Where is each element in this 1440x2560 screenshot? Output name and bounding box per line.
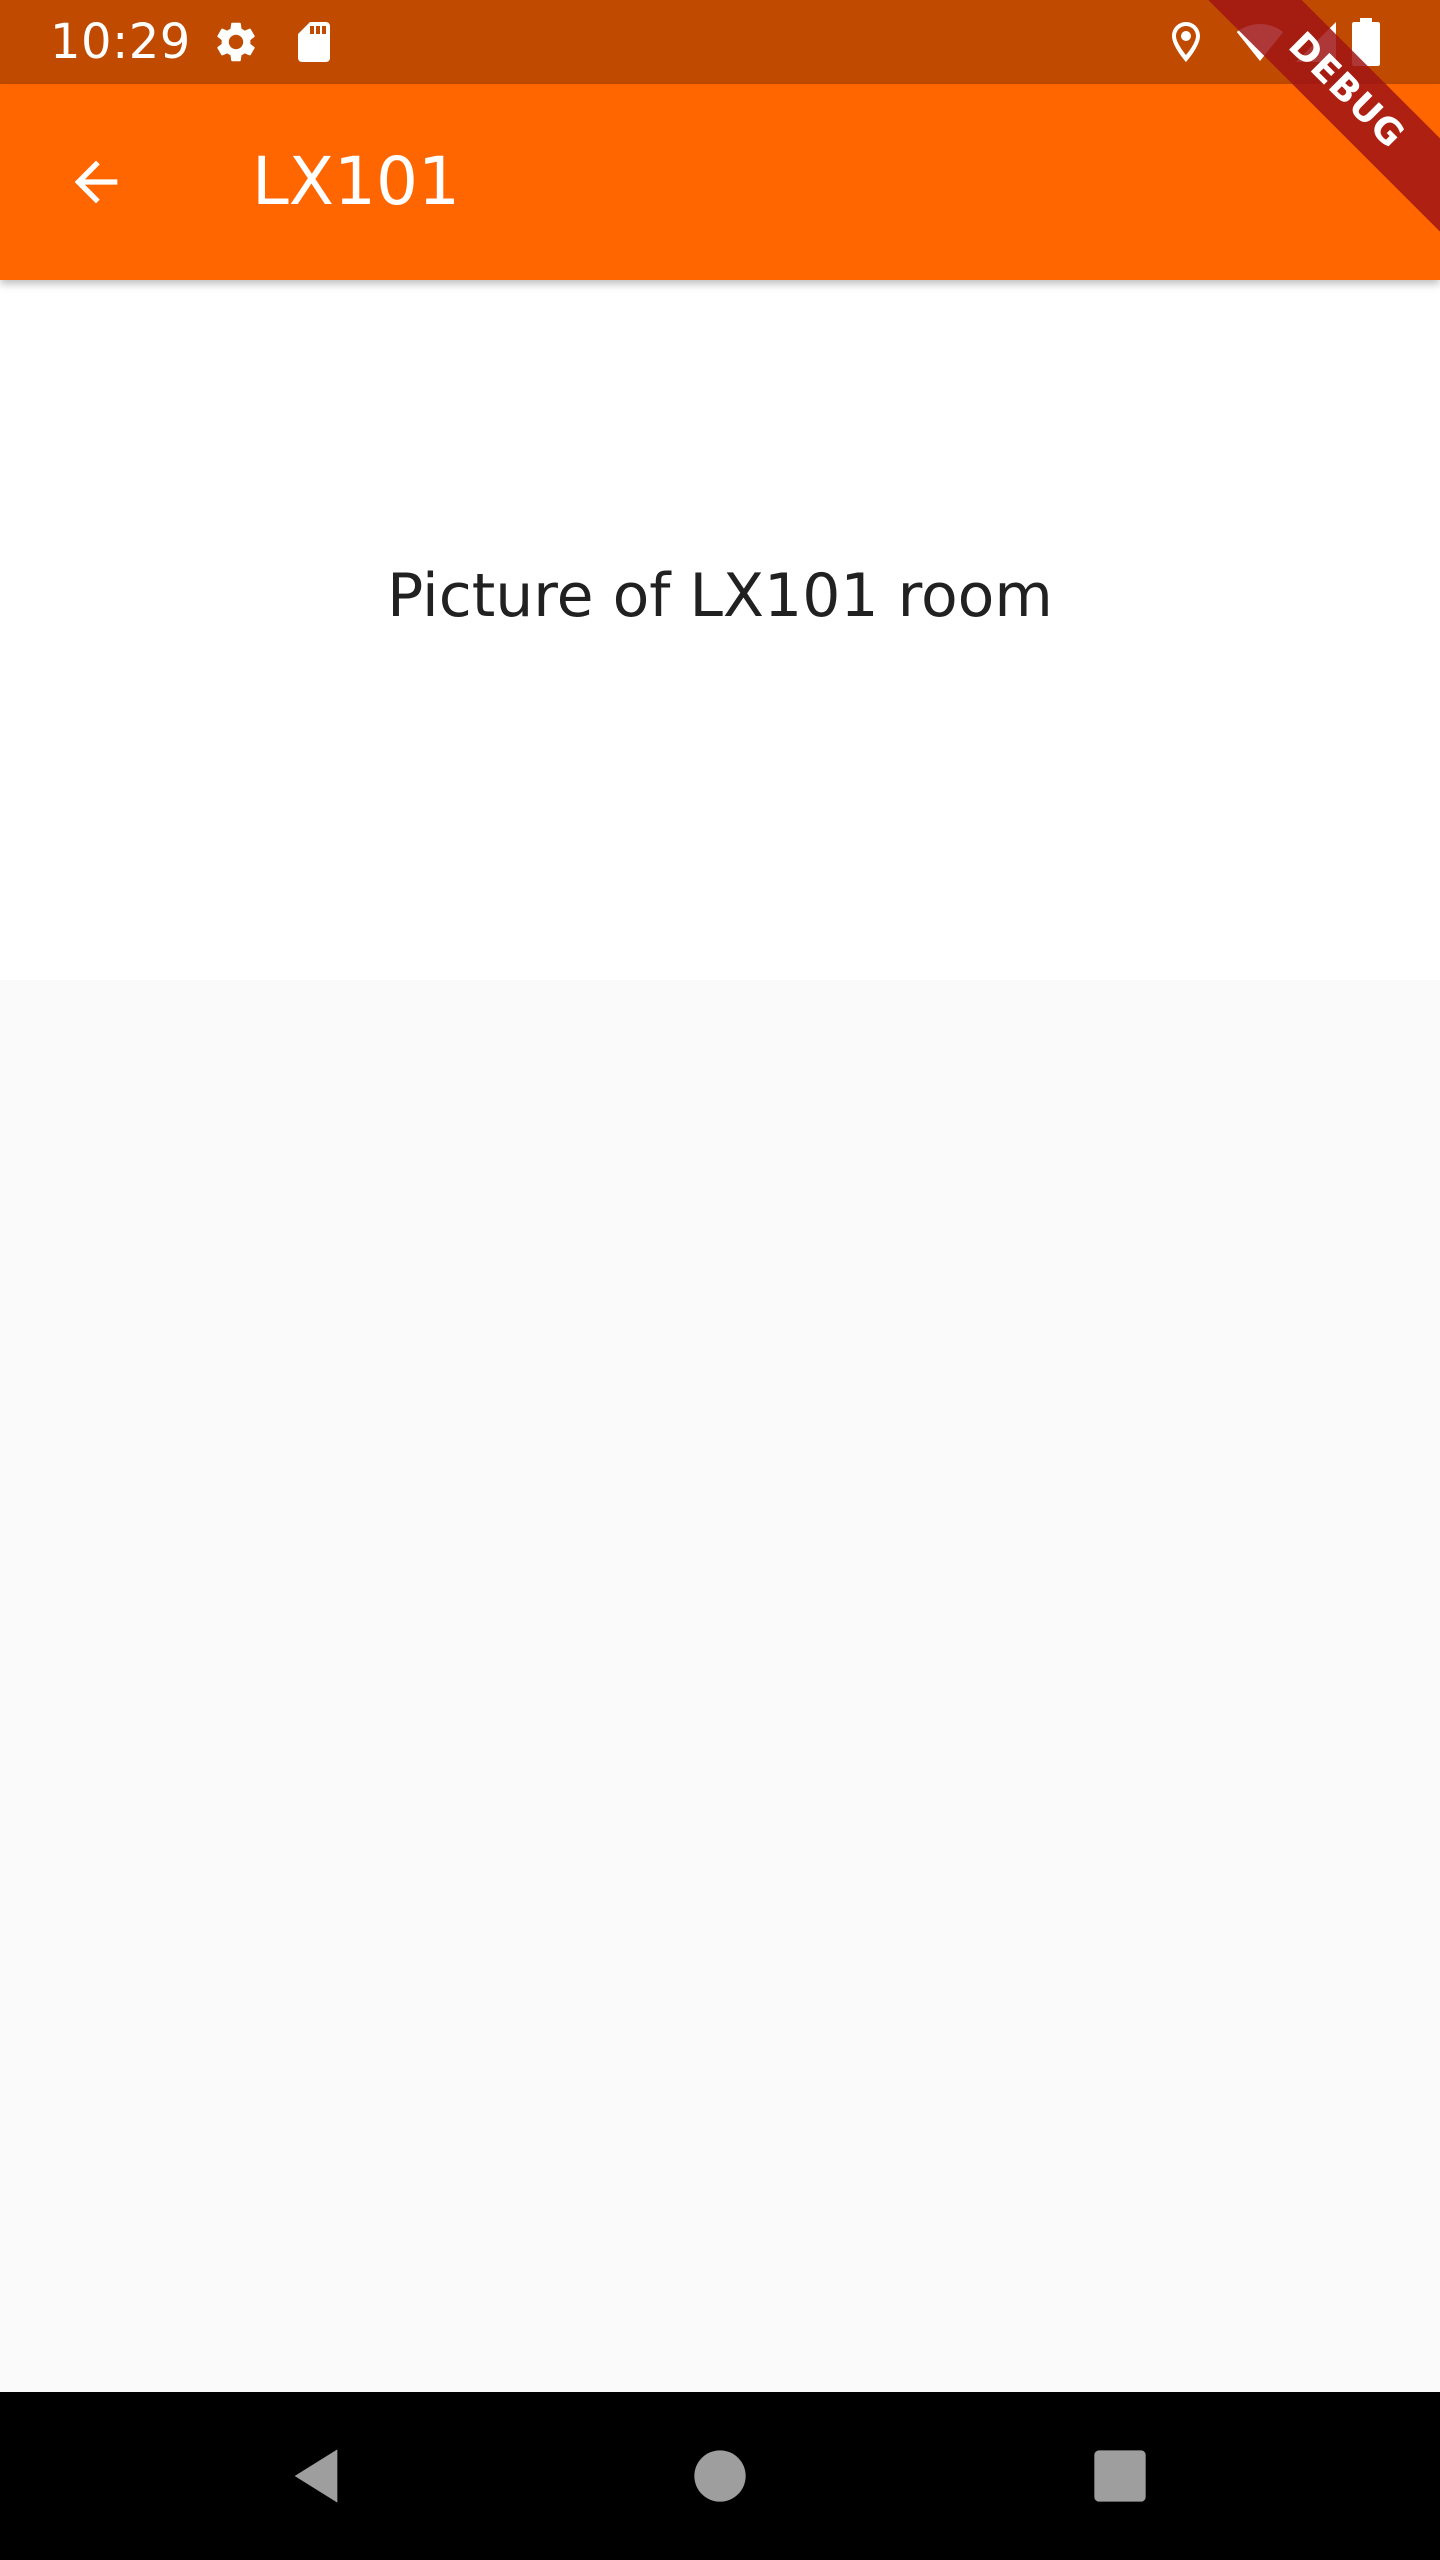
home-circle-icon (694, 2450, 746, 2502)
system-nav-bar (0, 2392, 1440, 2560)
battery-icon (1350, 18, 1390, 66)
nav-back-button[interactable] (268, 2428, 364, 2524)
back-triangle-icon (294, 2449, 338, 2503)
location-pin-icon (1162, 18, 1210, 66)
app-screen: 10:29 DEBUG LX101 Picture of LX101 room (0, 0, 1440, 2560)
nav-home-button[interactable] (672, 2428, 768, 2524)
cell-signal-icon (1292, 18, 1340, 66)
settings-gear-icon (212, 18, 260, 66)
page-title: LX101 (252, 143, 460, 220)
recents-square-icon (1094, 2450, 1146, 2502)
back-button[interactable] (48, 134, 144, 230)
app-bar: LX101 (0, 84, 1440, 280)
wifi-icon (1232, 18, 1288, 66)
arrow-back-icon (74, 160, 118, 204)
status-bar: 10:29 (0, 0, 1440, 84)
sd-card-icon (290, 18, 338, 66)
status-time: 10:29 (50, 14, 191, 70)
room-picture-placeholder: Picture of LX101 room (0, 280, 1440, 980)
picture-caption: Picture of LX101 room (387, 561, 1053, 631)
nav-recents-button[interactable] (1072, 2428, 1168, 2524)
